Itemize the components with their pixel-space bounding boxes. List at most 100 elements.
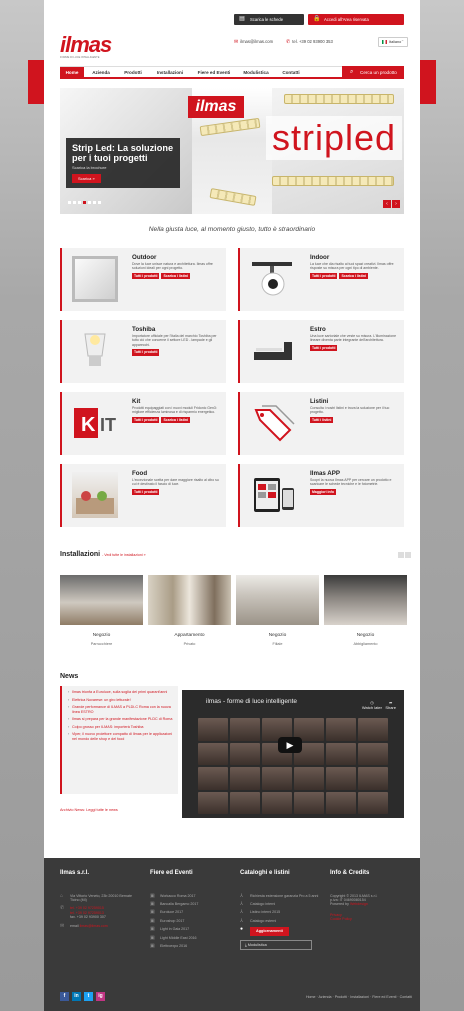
twitter-icon[interactable]: t — [84, 992, 93, 1001]
circle-icon: ● — [240, 926, 244, 933]
facebook-icon[interactable]: f — [60, 992, 69, 1001]
download-pricelist-button[interactable]: Scarica i listini — [339, 272, 368, 280]
home-icon: ⌂ — [60, 892, 64, 899]
footer-company-column: Ilmas s.r.l. ⌂ Via Vittorio Veneto, 23b 2… — [60, 870, 138, 932]
hero-slider[interactable]: ilmas stripled Strip Led: La soluzione p… — [60, 88, 404, 214]
hero-download-button[interactable]: Scarica » — [72, 174, 101, 183]
nav-item-contatti[interactable]: Contatti — [276, 67, 306, 78]
all-products-button[interactable]: Tutti i prodotti — [132, 272, 160, 280]
slider-dot-active[interactable] — [83, 201, 86, 204]
price-tag-icon — [250, 400, 296, 446]
view-all-installations-link[interactable]: - Vedi tutte le installazioni » — [102, 553, 146, 557]
image-icon: ▣ — [150, 917, 155, 924]
slider-dot[interactable] — [68, 201, 71, 204]
linkedin-icon[interactable]: in — [72, 992, 81, 1001]
nav-item-installazioni[interactable]: Installazioni — [150, 67, 190, 78]
page-container: ▤ Scarica le schede tecniche 🔒 Accedi al… — [44, 0, 420, 1011]
footer-catalog-link[interactable]: ⅄ Richiesta estensione garanzia Pro a 5 a… — [240, 893, 324, 899]
slogan: Nella giusta luce, al momento giusto, tu… — [148, 226, 316, 233]
installation-card[interactable]: Negozio Parrucchiere — [60, 575, 143, 646]
play-button[interactable]: ▶ — [278, 737, 302, 753]
image-icon: ▣ — [150, 942, 155, 949]
hero-caption: Strip Led: La soluzione per i tuoi proge… — [66, 138, 180, 188]
all-products-button[interactable]: Tutti i prodotti — [132, 488, 160, 496]
download-pricelist-button[interactable]: Scarica i listini — [161, 416, 190, 424]
footer-catalog-link[interactable]: ⅄ Catalogo interni — [240, 901, 324, 907]
card-estro[interactable]: Estro Una luce sartoriale che veste su m… — [238, 320, 404, 383]
news-item[interactable]: Grande performance di ILMAS a PLDi-C Rom… — [68, 705, 174, 714]
ilmas-logo[interactable]: ilmas FORME DI LUCE INTELLIGENTE — [60, 34, 130, 60]
slider-dot[interactable] — [88, 201, 91, 204]
modulistica-button[interactable]: ⤓ Modulistica — [240, 939, 312, 951]
italy-flag-icon — [382, 40, 387, 44]
search-product-button[interactable]: ⌕ Cerca un prodotto — [342, 66, 404, 79]
all-products-button[interactable]: Tutti i prodotti — [132, 416, 160, 424]
installation-card[interactable]: Negozio Abbigliamento — [324, 575, 407, 646]
pager-prev-button[interactable] — [398, 552, 404, 558]
watch-later-button[interactable]: ◷ Watch later — [362, 700, 382, 710]
all-pricelists-button[interactable]: Tutti i listini — [310, 416, 334, 424]
slider-dot[interactable] — [73, 201, 76, 204]
news-archive-link[interactable]: Archivio News: Leggi tutte le news — [60, 808, 118, 813]
youtube-video-embed[interactable]: ilmas - forme di luce intelligente ◷ Wat… — [182, 690, 404, 818]
installation-card[interactable]: Negozio Filiale — [236, 575, 319, 646]
nav-item-fiere-eventi[interactable]: Fiere ed Eventi — [192, 67, 236, 78]
pdf-icon: ⅄ — [240, 909, 244, 916]
image-icon: ▣ — [150, 934, 155, 941]
credits-link[interactable]: Webdesign — [350, 902, 368, 906]
slider-prev-button[interactable]: ‹ — [383, 200, 391, 208]
nav-item-azienda[interactable]: Azienda — [86, 67, 116, 78]
slider-dot[interactable] — [78, 201, 81, 204]
nav-item-prodotti[interactable]: Prodotti — [118, 67, 148, 78]
card-ilmas-app[interactable]: Ilmas APP Scopri la nuova Ilmas APP per … — [238, 464, 404, 527]
all-products-button[interactable]: Tutti i prodotti — [310, 272, 338, 280]
footer-navigation[interactable]: Home · Azienda · Prodotti · Installazion… — [306, 995, 412, 999]
download-datasheets-button[interactable]: ▤ Scarica le schede tecniche — [234, 14, 304, 33]
installation-photo — [236, 575, 319, 625]
slider-dot[interactable] — [93, 201, 96, 204]
footer-address: ⌂ Via Vittorio Veneto, 23b 20010 Bernate … — [60, 892, 133, 902]
all-products-button[interactable]: Tutti i prodotti — [310, 344, 338, 352]
news-item[interactable]: Ilmas si prepara per la grande manifesta… — [68, 717, 174, 722]
card-kit[interactable]: K IT Kit Prodotti equipaggiati con i nuov… — [60, 392, 226, 455]
updates-button[interactable]: Aggiornamenti — [250, 927, 289, 936]
news-item[interactable]: Ilmas trionfa a Euroluce, sulla soglia d… — [68, 690, 174, 695]
nav-item-home[interactable]: Home — [60, 67, 84, 78]
news-item[interactable]: Viper, il nuovo proiettore compatto di I… — [68, 732, 174, 741]
page-background-right — [420, 0, 464, 1011]
footer-event-link[interactable]: ▣ Euroluce 2017 — [150, 910, 230, 916]
footer-event-link[interactable]: ▣ Light Middle East 2016 — [150, 934, 230, 941]
installation-card[interactable]: Appartamento Privato — [148, 575, 231, 646]
slider-next-button[interactable]: › — [392, 200, 400, 208]
card-food[interactable]: Food L'eccezionale scelta per dare maggi… — [60, 464, 226, 527]
footer-event-link[interactable]: ▣ Workacco Roma 2017 — [150, 893, 230, 899]
email-contact[interactable]: ✉ ilmas@ilmas.com — [234, 38, 273, 46]
all-products-button[interactable]: Tutti i prodotti — [132, 349, 160, 356]
footer-event-link[interactable]: ▣ Bancalla Bergamo 2017 — [150, 901, 230, 907]
footer-catalog-link[interactable]: ⅄ Catalogo esterni — [240, 918, 324, 924]
language-select[interactable]: Italiano ⌃ — [378, 37, 408, 47]
footer-event-link[interactable]: ▣ Euroshop 2017 — [150, 917, 230, 924]
footer-event-link[interactable]: ▣ Light in Gaia 2017 — [150, 926, 230, 932]
download-pricelist-button[interactable]: Scarica i listini — [161, 272, 190, 280]
reserved-area-button[interactable]: 🔒 Accedi all'Area riservata — [308, 14, 404, 25]
download-icon: ⤓ — [245, 942, 247, 947]
nav-item-modulistica[interactable]: Modulistica — [238, 67, 274, 78]
card-listini[interactable]: Listini Consulta i nostri listini e trov… — [238, 392, 404, 455]
news-item[interactable]: Elettrica Novarese: un giro letturale! — [68, 698, 174, 703]
news-item[interactable]: Colpo grosso per ILMAS: importerà Toshib… — [68, 725, 174, 730]
more-info-button[interactable]: Maggiori info — [310, 488, 336, 496]
instagram-icon[interactable]: ig — [96, 992, 105, 1001]
slider-dot[interactable] — [98, 201, 101, 204]
estro-profile-image — [250, 328, 296, 374]
cookie-policy-link[interactable]: Cookie Policy — [330, 917, 412, 921]
card-toshiba[interactable]: Toshiba Importatore ufficiale per l'Ital… — [60, 320, 226, 383]
footer-catalog-link[interactable]: ⅄ Listino interni 2015 — [240, 909, 324, 916]
pager-next-button[interactable] — [405, 552, 411, 558]
card-indoor[interactable]: Indoor La luce che dia risalto ai tuoi s… — [238, 248, 404, 311]
share-button[interactable]: ➦ Share — [385, 700, 396, 710]
footer-event-link[interactable]: ▣ Elettroexpo 2016 — [150, 942, 230, 949]
card-outdoor[interactable]: Outdoor Dove la luce unisce natura e arc… — [60, 248, 226, 311]
main-navigation: Home Azienda Prodotti Installazioni Fier… — [60, 66, 404, 79]
news-heading: News — [60, 673, 79, 680]
